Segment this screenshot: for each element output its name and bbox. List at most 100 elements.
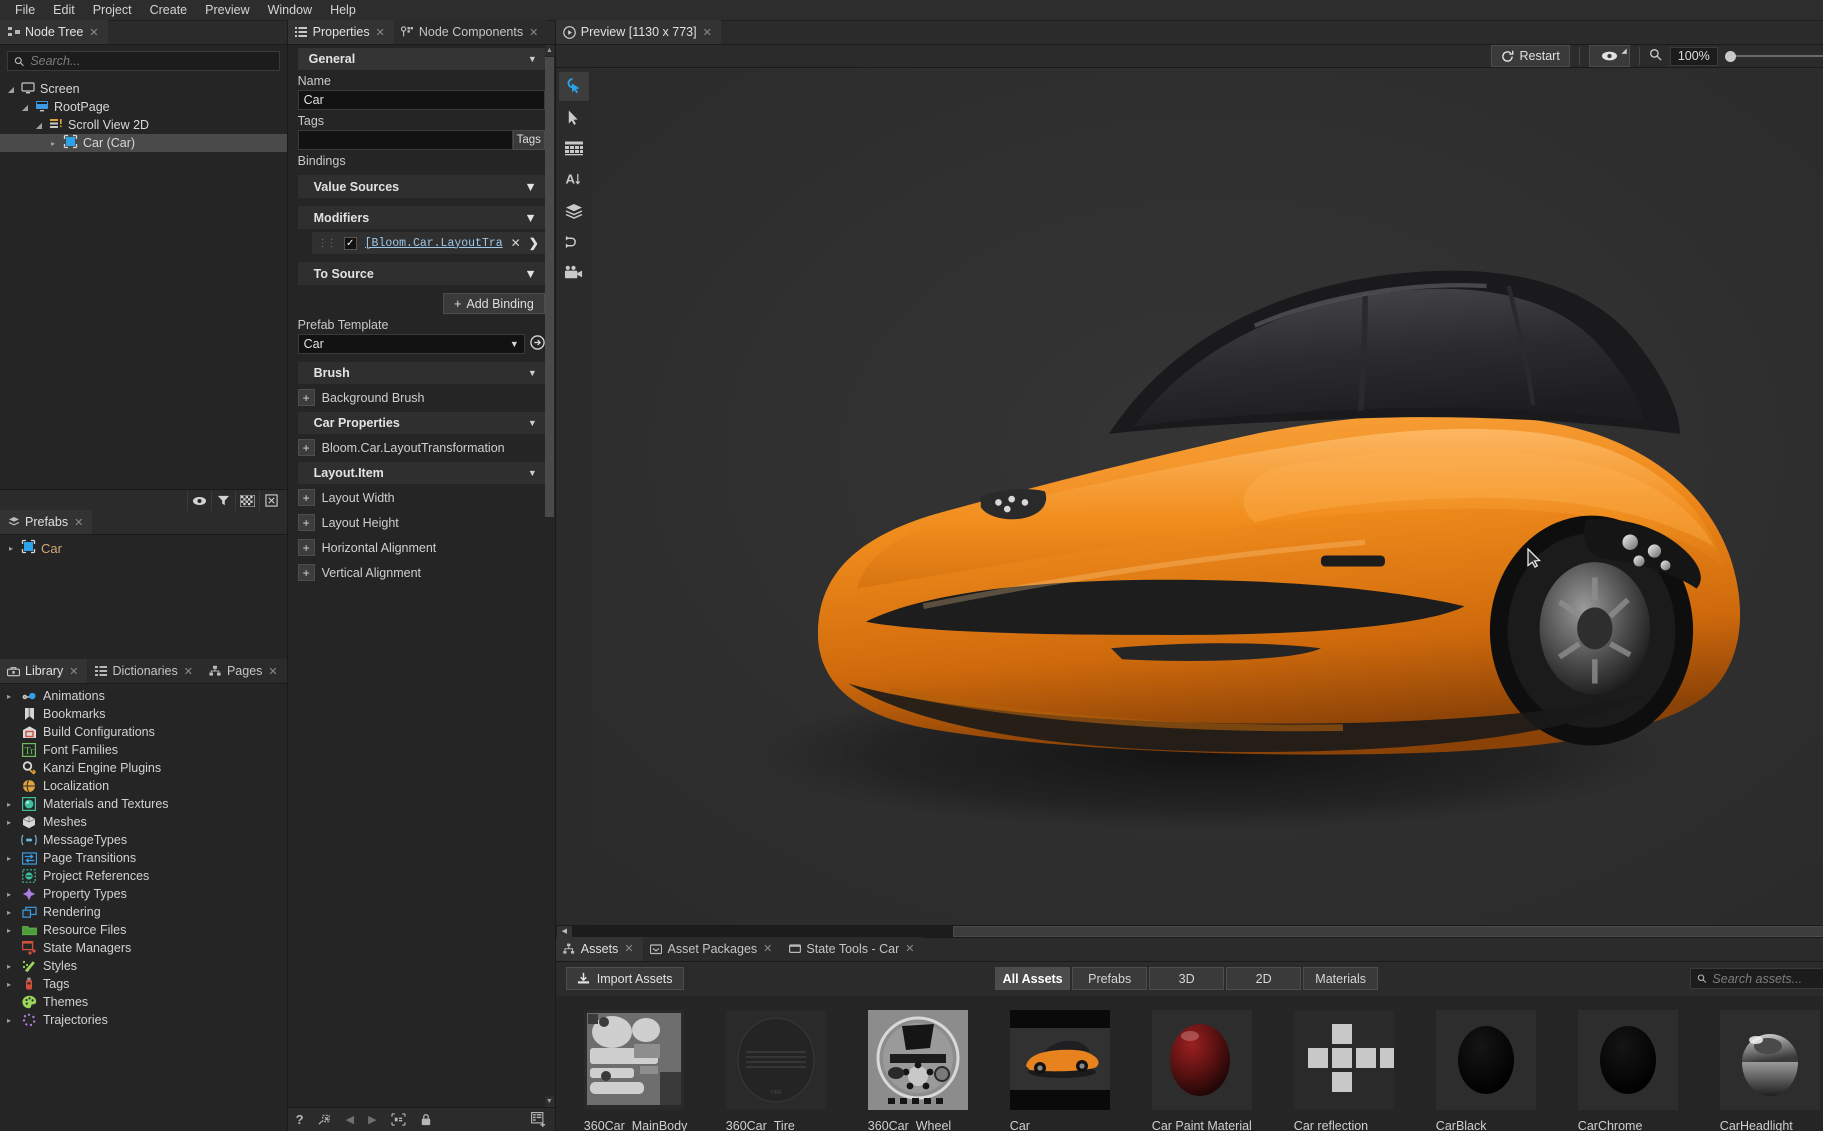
tab-assets-close[interactable]: ✕	[623, 942, 634, 955]
library-twisty[interactable]: ▸	[3, 890, 15, 899]
preview-visibility-button[interactable]: ◢	[1589, 45, 1630, 67]
checkerboard-button[interactable]	[235, 491, 259, 511]
chevron-down-icon[interactable]: ▼	[528, 418, 537, 428]
tab-node-components-close[interactable]: ✕	[528, 26, 539, 39]
assets-search[interactable]	[1690, 968, 1823, 989]
camera-icon[interactable]	[559, 258, 589, 287]
preview-canvas[interactable]	[592, 68, 1823, 925]
tags-button[interactable]: Tags	[513, 130, 545, 150]
property-row-horizontal-alignment[interactable]: + Horizontal Alignment	[298, 536, 545, 559]
library-item-property-types[interactable]: ▸Property Types	[0, 885, 287, 903]
tree-row-car[interactable]: ▸ Car (Car)	[0, 134, 287, 152]
library-item-themes[interactable]: Themes	[0, 993, 287, 1011]
assets-search-input[interactable]	[1712, 972, 1822, 986]
library-twisty[interactable]: ▸	[3, 926, 15, 935]
filter-3d[interactable]: 3D	[1149, 967, 1224, 990]
tab-preview[interactable]: Preview [1130 x 773] ✕	[556, 20, 721, 44]
brush-group-header[interactable]: Brush ▼	[298, 362, 545, 384]
grid-icon[interactable]	[559, 134, 589, 163]
filter-materials[interactable]: Materials	[1303, 967, 1378, 990]
menu-item-help[interactable]: Help	[321, 0, 365, 21]
remove-binding-icon[interactable]: ✕	[511, 236, 521, 250]
tree-row-rootpage[interactable]: ◢ RootPage	[0, 98, 287, 116]
scroll-up-arrow[interactable]: ▲	[545, 45, 554, 56]
hscroll-track[interactable]	[573, 926, 1823, 937]
tab-properties-close[interactable]: ✕	[375, 26, 386, 39]
car-properties-group-header[interactable]: Car Properties ▼	[298, 412, 545, 434]
prefab-twisty[interactable]: ▸	[6, 544, 16, 553]
chevron-down-icon[interactable]: ▼	[528, 368, 537, 378]
library-twisty[interactable]: ▸	[3, 854, 15, 863]
modifier-binding-row[interactable]: ⋮⋮ ✓ [Bloom.Car.LayoutTra ✕ ❯	[312, 232, 545, 254]
menu-item-create[interactable]: Create	[141, 0, 197, 21]
library-item-materials-and-textures[interactable]: ▸Materials and Textures	[0, 795, 287, 813]
library-item-localization[interactable]: Localization	[0, 777, 287, 795]
chevron-down-icon[interactable]: ▼	[524, 211, 536, 225]
tab-asset-packages-close[interactable]: ✕	[762, 942, 773, 955]
zoom-slider[interactable]	[1728, 47, 1823, 65]
property-row-layout-width[interactable]: + Layout Width	[298, 486, 545, 509]
tab-pages[interactable]: Pages ✕	[202, 659, 287, 683]
add-property-icon[interactable]: +	[298, 439, 315, 456]
tab-node-components[interactable]: Node Components ✕	[394, 20, 547, 44]
layout-item-group-header[interactable]: Layout.Item ▼	[298, 462, 545, 484]
scroll-down-arrow[interactable]: ▼	[545, 1096, 554, 1107]
library-twisty[interactable]: ▸	[3, 800, 15, 809]
goto-prefab-icon[interactable]	[530, 335, 545, 353]
zoom-slider-knob[interactable]	[1725, 51, 1736, 62]
chevron-down-icon[interactable]: ▼	[528, 54, 537, 64]
library-item-styles[interactable]: ▸Styles	[0, 957, 287, 975]
tab-library-close[interactable]: ✕	[68, 665, 79, 678]
tab-preview-close[interactable]: ✕	[702, 26, 713, 39]
reset-icon[interactable]	[318, 1113, 332, 1126]
tab-properties[interactable]: Properties ✕	[288, 20, 394, 44]
property-row-background-brush[interactable]: + Background Brush	[298, 386, 545, 409]
visibility-toggle-button[interactable]	[187, 491, 211, 511]
filter-button[interactable]	[211, 491, 235, 511]
chevron-down-icon[interactable]: ▼	[510, 339, 519, 349]
preview-horizontal-scrollbar[interactable]: ◀	[556, 925, 1823, 937]
filter-prefabs[interactable]: Prefabs	[1072, 967, 1147, 990]
prefab-row-car[interactable]: ▸ Car	[0, 539, 287, 557]
lock-icon[interactable]	[420, 1113, 432, 1126]
library-item-bookmarks[interactable]: Bookmarks	[0, 705, 287, 723]
asset-card-360car-mainbody[interactable]: 360Car_MainBody	[584, 1010, 684, 1131]
property-row-layout-transformation[interactable]: + Bloom.Car.LayoutTransformation	[298, 436, 545, 459]
chevron-right-icon[interactable]: ❯	[529, 236, 539, 250]
arrow-icon[interactable]	[559, 103, 589, 132]
node-tree-search-input[interactable]	[30, 54, 272, 68]
node-tree-search[interactable]	[7, 51, 280, 71]
menu-item-project[interactable]: Project	[84, 0, 141, 21]
tab-library[interactable]: Library ✕	[0, 659, 87, 683]
library-item-page-transitions[interactable]: ▸Page Transitions	[0, 849, 287, 867]
library-item-state-managers[interactable]: State Managers	[0, 939, 287, 957]
tab-prefabs[interactable]: Prefabs ✕	[0, 510, 92, 534]
properties-vertical-scrollbar[interactable]: ▲ ▼	[545, 45, 554, 1107]
asset-card-carchrome[interactable]: CarChrome	[1578, 1010, 1678, 1131]
general-group-header[interactable]: General ▼	[298, 48, 545, 70]
tab-dictionaries-close[interactable]: ✕	[183, 665, 194, 678]
property-row-layout-height[interactable]: + Layout Height	[298, 511, 545, 534]
preview-hscroll-thumb[interactable]	[953, 926, 1823, 937]
asset-card-car-paint-material[interactable]: Car Paint Material	[1152, 1010, 1252, 1131]
asset-card-360car-wheel[interactable]: 360Car_Wheel	[868, 1010, 968, 1131]
restart-button[interactable]: Restart	[1491, 45, 1570, 67]
help-icon[interactable]: ?	[296, 1112, 304, 1127]
library-item-build-configurations[interactable]: Build Configurations	[0, 723, 287, 741]
property-row-vertical-alignment[interactable]: + Vertical Alignment	[298, 561, 545, 584]
library-item-meshes[interactable]: ▸Meshes	[0, 813, 287, 831]
library-item-font-families[interactable]: TrFont Families	[0, 741, 287, 759]
properties-scroll-thumb[interactable]	[545, 57, 554, 517]
add-binding-button[interactable]: + Add Binding	[443, 293, 545, 314]
tree-twisty[interactable]: ◢	[6, 85, 16, 94]
to-source-header[interactable]: To Source ▼	[298, 262, 545, 285]
library-item-trajectories[interactable]: ▸Trajectories	[0, 1011, 287, 1029]
menu-item-edit[interactable]: Edit	[44, 0, 84, 21]
filter-all-assets[interactable]: All Assets	[995, 967, 1070, 990]
tab-state-tools-car[interactable]: State Tools - Car ✕	[781, 937, 923, 961]
chevron-down-icon[interactable]: ▼	[524, 180, 536, 194]
chevron-down-icon[interactable]: ▼	[528, 468, 537, 478]
layers-icon[interactable]	[559, 196, 589, 225]
asset-card-car-reflection[interactable]: Car reflection	[1294, 1010, 1394, 1131]
dropdown-corner-icon[interactable]: ◢	[1621, 47, 1626, 55]
